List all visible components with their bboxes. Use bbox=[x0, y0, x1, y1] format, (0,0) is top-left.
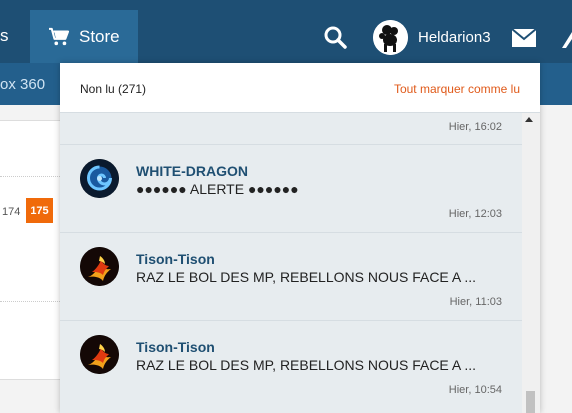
mark-all-read-link[interactable]: Tout marquer comme lu bbox=[394, 82, 520, 96]
page-link[interactable]: 174 bbox=[2, 206, 20, 218]
unread-count: Non lu (271) bbox=[80, 82, 147, 96]
mail-icon[interactable] bbox=[511, 28, 537, 48]
divider bbox=[0, 176, 60, 177]
message-item[interactable]: Tison-Tison RAZ LE BOL DES MP, REBELLONS… bbox=[60, 232, 522, 320]
poodle-avatar-icon bbox=[373, 20, 408, 55]
search-icon[interactable] bbox=[323, 25, 347, 49]
message-list: Hier, 16:02 WHITE-DRAGON ●●●●●● ALERTE ●… bbox=[60, 113, 522, 413]
cart-icon bbox=[49, 27, 70, 45]
store-tab[interactable]: Store bbox=[30, 10, 138, 63]
message-time: Hier, 16:02 bbox=[448, 121, 502, 133]
message-preview: RAZ LE BOL DES MP, REBELLONS NOUS FACE A… bbox=[136, 357, 477, 373]
messages-dropdown: Non lu (271) Tout marquer comme lu Hier,… bbox=[60, 63, 540, 413]
message-item[interactable]: Tison-Tison RAZ LE BOL DES MP, REBELLONS… bbox=[60, 320, 522, 408]
background-right-strip bbox=[540, 105, 572, 413]
message-time: Hier, 11:03 bbox=[449, 296, 502, 308]
nav-extra-icon[interactable] bbox=[559, 28, 572, 50]
fire-avatar bbox=[80, 247, 119, 286]
message-preview: RAZ LE BOL DES MP, REBELLONS NOUS FACE A… bbox=[136, 269, 477, 285]
message-preview: ●●●●●● ALERTE ●●●●●● bbox=[136, 181, 299, 197]
scroll-thumb[interactable] bbox=[526, 391, 535, 413]
background-panel bbox=[0, 120, 60, 380]
dropdown-header: Non lu (271) Tout marquer comme lu bbox=[60, 63, 540, 113]
message-item[interactable]: WHITE-DRAGON ●●●●●● ALERTE ●●●●●● Hier, … bbox=[60, 144, 522, 232]
message-time: Hier, 12:03 bbox=[448, 208, 502, 220]
scrollbar[interactable] bbox=[522, 113, 540, 413]
subnav-item-cut[interactable]: ox 360 bbox=[0, 76, 45, 93]
message-time: Hier, 10:54 bbox=[448, 384, 502, 396]
message-author: Tison-Tison bbox=[136, 251, 215, 267]
username[interactable]: Heldarion3 bbox=[418, 29, 491, 46]
user-avatar[interactable] bbox=[373, 20, 408, 55]
current-page: 175 bbox=[26, 198, 53, 223]
nav-item-cut[interactable]: s bbox=[0, 26, 9, 46]
store-label: Store bbox=[79, 26, 120, 46]
fire-avatar bbox=[80, 335, 119, 374]
message-author: Tison-Tison bbox=[136, 339, 215, 355]
divider bbox=[0, 301, 60, 302]
dragon-swirl-avatar bbox=[80, 159, 119, 198]
message-author: WHITE-DRAGON bbox=[136, 163, 248, 179]
scroll-up-arrow-icon[interactable] bbox=[525, 117, 533, 122]
